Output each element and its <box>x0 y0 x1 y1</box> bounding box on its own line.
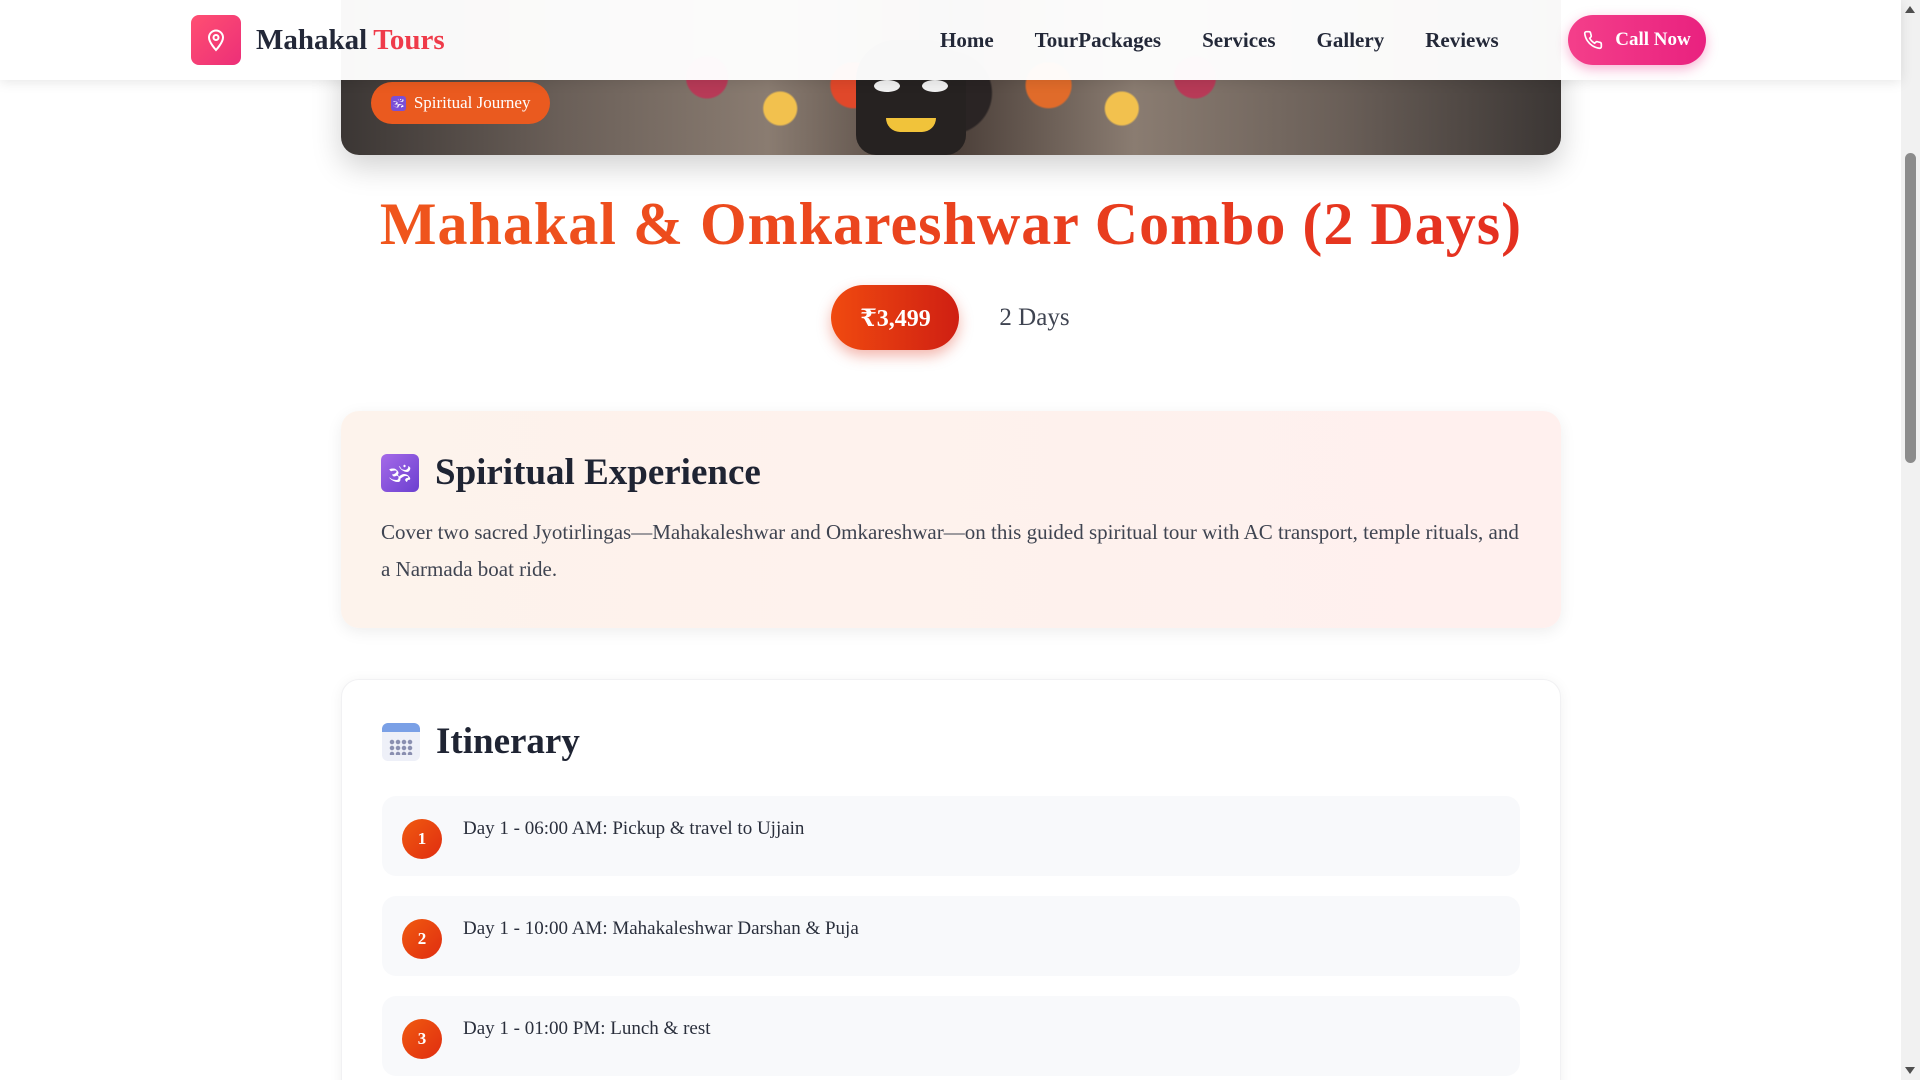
om-icon: 🕉 <box>391 95 406 111</box>
experience-card: 🕉 Spiritual Experience Cover two sacred … <box>341 411 1561 628</box>
page-scrollbar[interactable] <box>1901 0 1920 1080</box>
price-row: ₹3,499 2 Days <box>0 285 1901 350</box>
nav-reviews[interactable]: Reviews <box>1425 28 1498 53</box>
duration-label: 2 Days <box>999 303 1070 331</box>
call-now-label: Call Now <box>1615 29 1691 50</box>
nav-gallery[interactable]: Gallery <box>1317 28 1385 53</box>
brand-name-accent: Tours <box>373 23 445 56</box>
itinerary-item: 1 Day 1 - 06:00 AM: Pickup & travel to U… <box>382 796 1520 876</box>
nav-links: Home TourPackages Services Gallery Revie… <box>940 0 1540 80</box>
step-number: 1 <box>402 819 442 859</box>
call-now-button[interactable]: Call Now <box>1568 15 1706 65</box>
step-number: 3 <box>402 1019 442 1059</box>
itinerary-header: Itinerary <box>382 720 1520 763</box>
navbar: Mahakal Tours Home TourPackages Services … <box>0 0 1901 80</box>
scroll-down-arrow-icon[interactable] <box>1905 1067 1915 1074</box>
brand-name: Mahakal Tours <box>256 24 445 57</box>
step-number: 2 <box>402 919 442 959</box>
location-pin-icon <box>191 15 241 65</box>
nav-home[interactable]: Home <box>940 28 994 53</box>
itinerary-list: 1 Day 1 - 06:00 AM: Pickup & travel to U… <box>382 796 1520 1076</box>
deity-eye <box>922 80 948 92</box>
brand[interactable]: Mahakal Tours <box>191 15 445 65</box>
brand-name-main: Mahakal <box>256 23 368 56</box>
itinerary-title: Itinerary <box>436 721 580 762</box>
step-text: Day 1 - 01:00 PM: Lunch & rest <box>463 1018 711 1039</box>
deity-mouth <box>886 118 936 132</box>
step-text: Day 1 - 06:00 AM: Pickup & travel to Ujj… <box>463 818 805 839</box>
step-text: Day 1 - 10:00 AM: Mahakaleshwar Darshan … <box>463 918 859 939</box>
phone-icon <box>1584 30 1603 50</box>
calendar-icon <box>382 722 420 761</box>
price-badge: ₹3,499 <box>831 285 960 350</box>
category-badge: 🕉 Spiritual Journey <box>371 82 551 124</box>
category-badge-label: Spiritual Journey <box>413 93 531 112</box>
nav-tour-packages[interactable]: TourPackages <box>1035 28 1161 53</box>
itinerary-card: Itinerary 1 Day 1 - 06:00 AM: Pickup & t… <box>341 679 1561 1080</box>
deity-eye <box>874 80 900 92</box>
experience-title: Spiritual Experience <box>435 452 761 493</box>
scroll-up-arrow-icon[interactable] <box>1905 6 1915 13</box>
experience-description: Cover two sacred Jyotirlingas—Mahakalesh… <box>381 520 1519 581</box>
itinerary-item: 3 Day 1 - 01:00 PM: Lunch & rest <box>382 996 1520 1076</box>
om-icon: 🕉 <box>381 453 419 492</box>
tour-title: Mahakal & Omkareshwar Combo (2 Days) <box>341 190 1561 259</box>
scroll-thumb[interactable] <box>1905 153 1916 463</box>
experience-header: 🕉 Spiritual Experience <box>381 451 1521 494</box>
itinerary-item: 2 Day 1 - 10:00 AM: Mahakaleshwar Darsha… <box>382 896 1520 976</box>
nav-services[interactable]: Services <box>1202 28 1275 53</box>
